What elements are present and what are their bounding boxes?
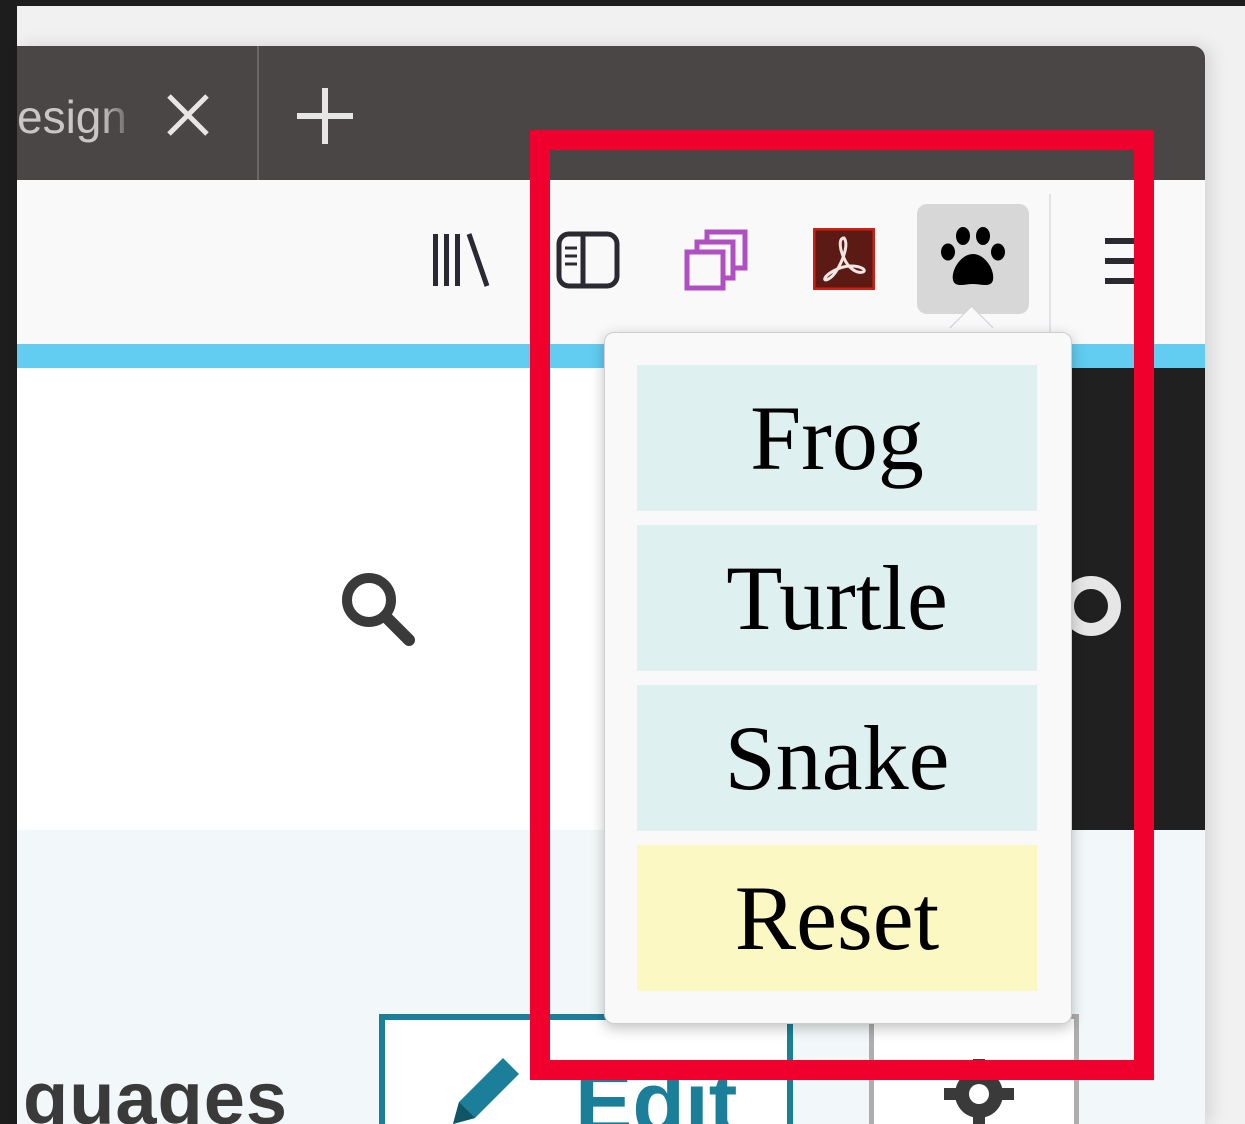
languages-heading: guages: [23, 1057, 289, 1124]
close-icon[interactable]: [163, 92, 213, 138]
pencil-icon: [453, 1058, 519, 1124]
search-icon[interactable]: [335, 566, 419, 650]
library-icon[interactable]: [429, 230, 493, 290]
tab-title: esign: [17, 91, 127, 143]
annotation-highlight-box: [530, 130, 1154, 1080]
screenshot-frame-left: [0, 0, 17, 1124]
screenshot-frame-top: [0, 0, 1245, 6]
browser-tab[interactable]: esign: [17, 46, 259, 180]
plus-icon[interactable]: [293, 84, 357, 148]
